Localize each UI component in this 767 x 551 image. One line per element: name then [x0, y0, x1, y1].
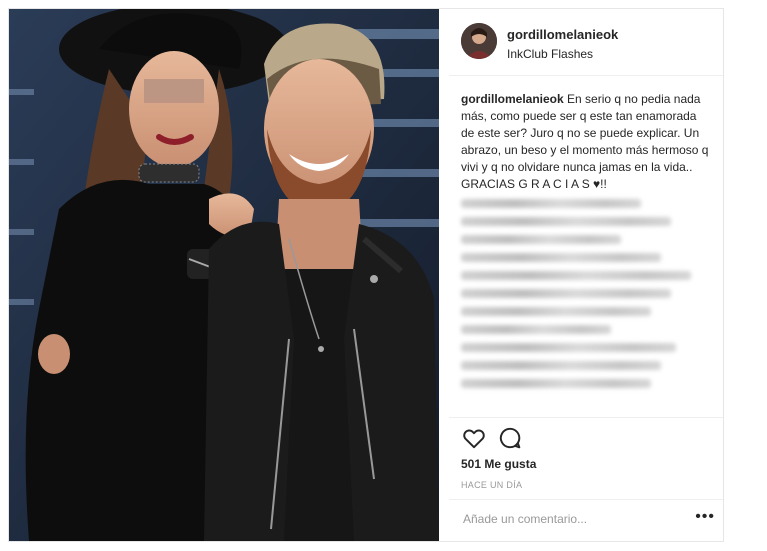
blurred-comment: [461, 379, 651, 388]
blurred-comment: [461, 289, 671, 298]
header-divider: [449, 75, 723, 76]
comment-bubble-icon: [499, 427, 521, 449]
heart-outline-icon: [463, 429, 485, 449]
blurred-comment: [461, 343, 676, 352]
comment-button[interactable]: [497, 425, 523, 451]
blurred-comments: [461, 199, 711, 397]
avatar[interactable]: [461, 23, 497, 59]
like-count[interactable]: 501 Me gusta: [461, 457, 536, 471]
caption-text: En serio q no pedia nada más, como puede…: [461, 92, 709, 191]
comment-box: •••: [449, 499, 723, 541]
post-timestamp: HACE UN DÍA: [461, 480, 523, 490]
action-bar: [461, 425, 581, 455]
blurred-comment: [461, 271, 691, 280]
post-sidebar: gordillomelanieok InkClub Flashes gordil…: [449, 9, 723, 541]
header-username[interactable]: gordillomelanieok: [507, 27, 618, 42]
more-options-button[interactable]: •••: [695, 509, 715, 525]
blurred-comment: [461, 217, 671, 226]
post-photo[interactable]: [9, 9, 439, 541]
like-button[interactable]: [461, 425, 487, 451]
blurred-comment: [461, 325, 611, 334]
blurred-comment: [461, 235, 621, 244]
post-header: gordillomelanieok InkClub Flashes: [461, 21, 711, 71]
blurred-comment: [461, 253, 661, 262]
actions-divider: [449, 417, 723, 418]
blurred-comment: [461, 307, 651, 316]
caption: gordillomelanieok En serio q no pedia na…: [461, 91, 709, 193]
avatar-image: [461, 23, 497, 59]
blurred-comment: [461, 199, 641, 208]
header-location[interactable]: InkClub Flashes: [507, 47, 593, 61]
caption-username[interactable]: gordillomelanieok: [461, 92, 564, 106]
blurred-comment: [461, 361, 661, 370]
instagram-post-card: gordillomelanieok InkClub Flashes gordil…: [8, 8, 724, 542]
photo-illustration: [9, 9, 439, 541]
comment-input[interactable]: [461, 511, 685, 527]
